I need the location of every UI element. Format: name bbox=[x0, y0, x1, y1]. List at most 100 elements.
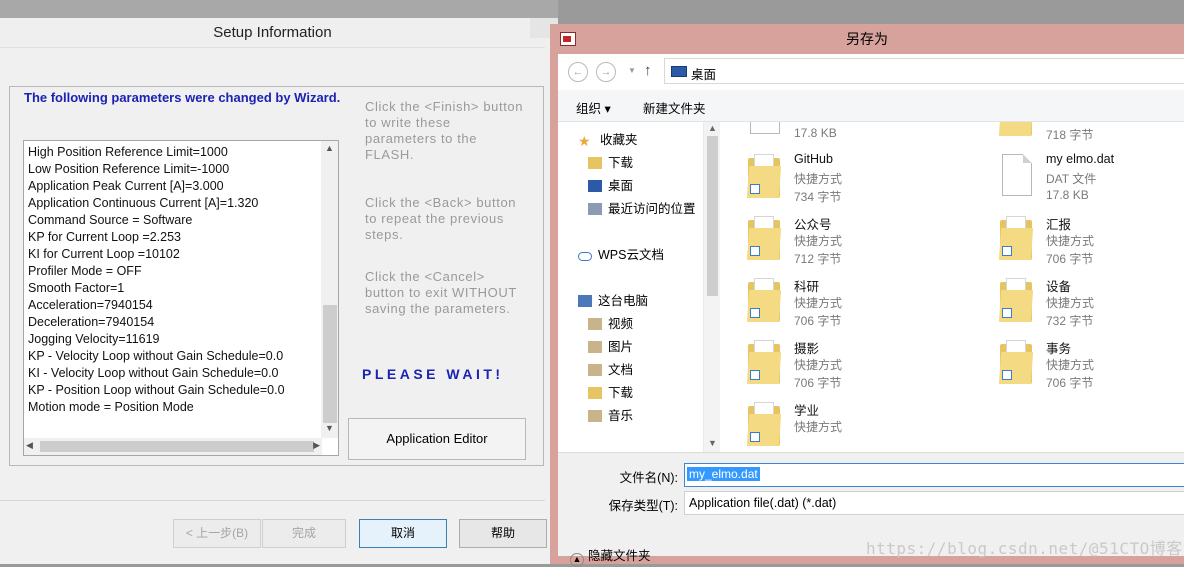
nav-label: 最近访问的位置 bbox=[608, 202, 696, 216]
address-bar[interactable]: 桌面 bbox=[664, 58, 1184, 84]
nav-downloads[interactable]: 下载 bbox=[588, 153, 633, 173]
file-type: DAT 文件 bbox=[1046, 172, 1097, 186]
pictures-folder-icon bbox=[588, 341, 602, 353]
param-line: Deceleration=7940154 bbox=[28, 315, 155, 329]
setup-top-strip bbox=[0, 0, 558, 18]
filetype-select[interactable]: Application file(.dat) (*.dat) bbox=[684, 491, 1184, 515]
horizontal-scrollbar[interactable]: ◀ ▶ bbox=[24, 438, 322, 455]
nav-label: 下载 bbox=[608, 386, 634, 400]
scroll-down-icon[interactable]: ▼ bbox=[321, 423, 338, 437]
save-dialog-title: 另存为 bbox=[846, 31, 888, 47]
file-size: 706 字节 bbox=[794, 314, 842, 328]
file-type: 快捷方式 bbox=[794, 296, 843, 310]
file-item-xueye[interactable]: 学业 快捷方式 bbox=[738, 400, 958, 452]
hint-back: Click the <Back> button to repeat the pr… bbox=[365, 195, 517, 242]
nav-wps-cloud[interactable]: WPS云文档 bbox=[578, 245, 664, 265]
documents-folder-icon bbox=[588, 364, 602, 376]
filename-input[interactable]: my_elmo.dat bbox=[684, 463, 1184, 487]
file-name: 科研 bbox=[794, 280, 820, 294]
parameter-list-box[interactable]: High Position Reference Limit=1000 Low P… bbox=[23, 140, 339, 456]
folder-shortcut-icon bbox=[998, 122, 1034, 136]
nav-label: 音乐 bbox=[608, 409, 634, 423]
file-name: 汇报 bbox=[1046, 218, 1072, 232]
organize-menu[interactable]: 组织 ▾ bbox=[576, 98, 611, 117]
file-type: 快捷方式 bbox=[1046, 234, 1095, 248]
finish-button[interactable]: 完成 bbox=[262, 519, 346, 548]
hint-cancel: Click the <Cancel> button to exit WITHOU… bbox=[365, 269, 517, 316]
folder-shortcut-icon bbox=[746, 216, 782, 260]
computer-icon bbox=[578, 295, 592, 307]
folder-shortcut-icon bbox=[998, 340, 1034, 384]
file-item-github[interactable]: GitHub 快捷方式 734 字节 bbox=[738, 152, 958, 212]
back-button[interactable]: < 上一步(B) bbox=[173, 519, 261, 548]
nav-this-pc[interactable]: 这台电脑 bbox=[578, 291, 648, 311]
nav-documents[interactable]: 文档 bbox=[588, 360, 633, 380]
scroll-left-icon[interactable]: ◀ bbox=[26, 440, 33, 451]
parameter-list: High Position Reference Limit=1000 Low P… bbox=[28, 144, 318, 416]
star-icon: ★ bbox=[578, 133, 591, 149]
nav-favorites[interactable]: ★ 收藏夹 bbox=[578, 130, 638, 150]
nav-label: 文档 bbox=[608, 363, 634, 377]
param-line: Application Peak Current [A]=3.000 bbox=[28, 179, 224, 193]
up-arrow-icon[interactable]: ↑ bbox=[644, 62, 652, 79]
file-item-shebei[interactable]: 设备 快捷方式 732 字节 bbox=[990, 276, 1184, 336]
nav-pictures[interactable]: 图片 bbox=[588, 337, 633, 357]
horizontal-scroll-thumb[interactable] bbox=[40, 441, 314, 452]
scroll-up-icon[interactable]: ▲ bbox=[708, 123, 717, 133]
nav-videos[interactable]: 视频 bbox=[588, 314, 633, 334]
divider bbox=[0, 500, 545, 501]
scroll-down-icon[interactable]: ▼ bbox=[708, 438, 717, 448]
file-list: 17.8 KB 718 字节 GitHub 快捷方式 734 字节 my elm… bbox=[720, 122, 1184, 452]
file-type: 快捷方式 bbox=[794, 234, 843, 248]
nav-scrollbar[interactable]: ▲ ▼ bbox=[703, 122, 720, 452]
scroll-right-icon[interactable]: ▶ bbox=[313, 440, 320, 451]
file-item-sheying[interactable]: 摄影 快捷方式 706 字节 bbox=[738, 338, 958, 398]
save-dialog-body: ← → ▼ ↑ 桌面 组织 ▾ 新建文件夹 ★ 收藏夹 下载 桌面 最近访问的位置… bbox=[558, 54, 1184, 567]
param-line: KP for Current Loop =2.253 bbox=[28, 230, 181, 244]
param-line: Acceleration=7940154 bbox=[28, 298, 153, 312]
vertical-scrollbar[interactable]: ▲ ▼ bbox=[321, 141, 338, 438]
file-type: 快捷方式 bbox=[794, 172, 843, 186]
cancel-button[interactable]: 取消 bbox=[359, 519, 447, 548]
file-name: GitHub bbox=[794, 152, 833, 166]
filename-value: my_elmo.dat bbox=[687, 467, 760, 481]
scroll-up-icon[interactable]: ▲ bbox=[321, 143, 338, 157]
cloud-icon bbox=[578, 252, 592, 261]
hint-finish: Click the <Finish> button to write these… bbox=[365, 99, 524, 162]
file-size: 17.8 KB bbox=[794, 126, 837, 140]
file-size: 718 字节 bbox=[1046, 128, 1094, 142]
nav-scroll-thumb[interactable] bbox=[707, 136, 718, 296]
nav-recent[interactable]: 最近访问的位置 bbox=[588, 199, 696, 219]
file-item-shiwu[interactable]: 事务 快捷方式 706 字节 bbox=[990, 338, 1184, 398]
file-icon bbox=[750, 122, 780, 134]
recent-places-icon bbox=[588, 203, 602, 215]
file-name: 学业 bbox=[794, 404, 820, 418]
forward-arrow-icon[interactable]: → bbox=[596, 62, 616, 82]
back-arrow-icon[interactable]: ← bbox=[568, 62, 588, 82]
video-folder-icon bbox=[588, 318, 602, 330]
watermark: https://blog.csdn.net/@51CTO博客 bbox=[866, 539, 1183, 558]
file-item-huibao[interactable]: 汇报 快捷方式 706 字节 bbox=[990, 214, 1184, 274]
help-button[interactable]: 帮助 bbox=[459, 519, 547, 548]
chevron-down-icon[interactable]: ▼ bbox=[628, 66, 636, 75]
file-size: 732 字节 bbox=[1046, 314, 1094, 328]
nav-label: 视频 bbox=[608, 317, 634, 331]
nav-downloads-pc[interactable]: 下载 bbox=[588, 383, 633, 403]
file-item-gzh[interactable]: 公众号 快捷方式 712 字节 bbox=[738, 214, 958, 274]
nav-label: 图片 bbox=[608, 340, 634, 354]
nav-music[interactable]: 音乐 bbox=[588, 406, 633, 426]
address-text: 桌面 bbox=[691, 68, 717, 82]
application-editor-button[interactable]: Application Editor bbox=[348, 418, 526, 460]
file-item-keyan[interactable]: 科研 快捷方式 706 字节 bbox=[738, 276, 958, 336]
hide-folders-label: 隐藏文件夹 bbox=[588, 549, 651, 563]
file-item[interactable]: 17.8 KB bbox=[738, 122, 958, 150]
file-item-my-elmo[interactable]: my elmo.dat DAT 文件 17.8 KB bbox=[990, 152, 1184, 212]
vertical-scroll-thumb[interactable] bbox=[323, 305, 337, 423]
save-as-dialog: 另存为 ← → ▼ ↑ 桌面 组织 ▾ 新建文件夹 ★ 收藏夹 下载 桌面 最近访… bbox=[550, 24, 1184, 567]
new-folder-button[interactable]: 新建文件夹 bbox=[643, 98, 706, 117]
setup-heading: The following parameters were changed by… bbox=[24, 90, 341, 105]
nav-desktop[interactable]: 桌面 bbox=[588, 176, 633, 196]
file-item[interactable]: 718 字节 bbox=[990, 122, 1184, 150]
param-line: KI for Current Loop =10102 bbox=[28, 247, 180, 261]
file-name: my elmo.dat bbox=[1046, 152, 1115, 166]
